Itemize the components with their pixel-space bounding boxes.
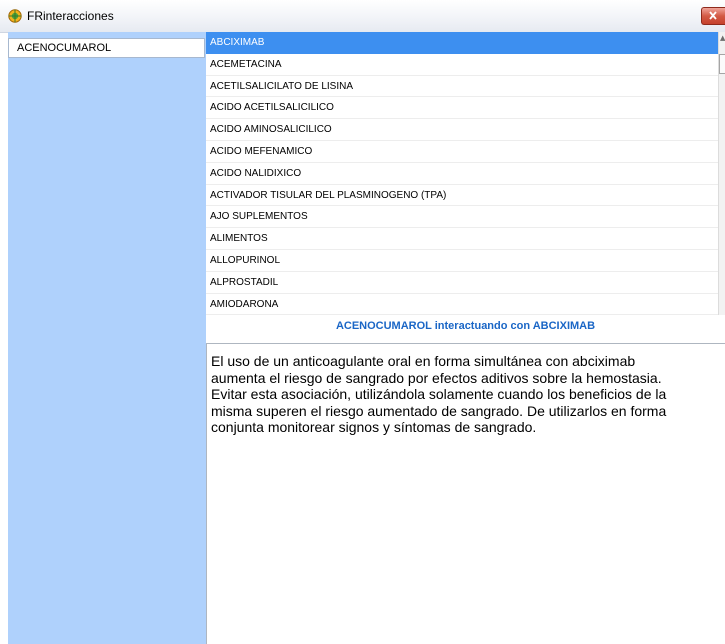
- list-scrollbar[interactable]: ▲: [718, 32, 725, 315]
- list-item[interactable]: ALPROSTADIL: [206, 272, 725, 294]
- selected-drug-item[interactable]: ACENOCUMAROL: [8, 38, 205, 58]
- description-line: El uso de un anticoagulante oral en form…: [211, 353, 636, 369]
- list-item[interactable]: ACETILSALICILATO DE LISINA: [206, 76, 725, 98]
- selected-drug-panel: ACENOCUMAROL: [8, 32, 206, 644]
- list-item[interactable]: ACIDO ACETILSALICILICO: [206, 97, 725, 120]
- description-line: conjunta monitorear signos y síntomas de…: [211, 419, 537, 435]
- app-globe-icon: [8, 9, 22, 23]
- interaction-heading: ACENOCUMAROL interactuando con ABCIXIMAB: [335, 320, 596, 332]
- interaction-description-text: El uso de un anticoagulante oral en form…: [211, 353, 725, 436]
- description-line: aumenta el riesgo de sangrado por efecto…: [211, 369, 662, 386]
- scrollbar-thumb[interactable]: [719, 54, 725, 74]
- list-item[interactable]: ACIDO NALIDIXICO: [206, 163, 725, 185]
- list-item[interactable]: ACEMETACINA: [206, 54, 725, 76]
- window-title: FRinteracciones: [27, 9, 114, 23]
- description-line: misma superen el riesgo aumentado de san…: [211, 402, 667, 419]
- list-item[interactable]: ACIDO MEFENAMICO: [206, 141, 725, 163]
- description-line: Evitar esta asociación, utilizándola sol…: [211, 386, 667, 402]
- scroll-up-arrow-icon[interactable]: ▲: [720, 35, 725, 42]
- list-item[interactable]: ALLOPURINOL: [206, 250, 725, 272]
- list-item[interactable]: AJO SUPLEMENTOS: [206, 206, 725, 229]
- list-item[interactable]: ACIDO AMINOSALICILICO: [206, 119, 725, 141]
- list-item[interactable]: AMIODARONA: [206, 294, 725, 315]
- close-button[interactable]: [701, 7, 725, 25]
- interaction-description: El uso de un anticoagulante oral en form…: [206, 343, 725, 644]
- close-icon: [709, 11, 717, 20]
- title-bar: FRinteracciones: [0, 0, 725, 33]
- list-item[interactable]: ABCIXIMAB: [206, 32, 725, 54]
- list-item[interactable]: ALIMENTOS: [206, 228, 725, 250]
- interacting-drug-list[interactable]: ABCIXIMAB ACEMETACINA ACETILSALICILATO DE …: [206, 32, 725, 315]
- list-item[interactable]: ACTIVADOR TISULAR DEL PLASMINOGENO (TPA): [206, 185, 725, 207]
